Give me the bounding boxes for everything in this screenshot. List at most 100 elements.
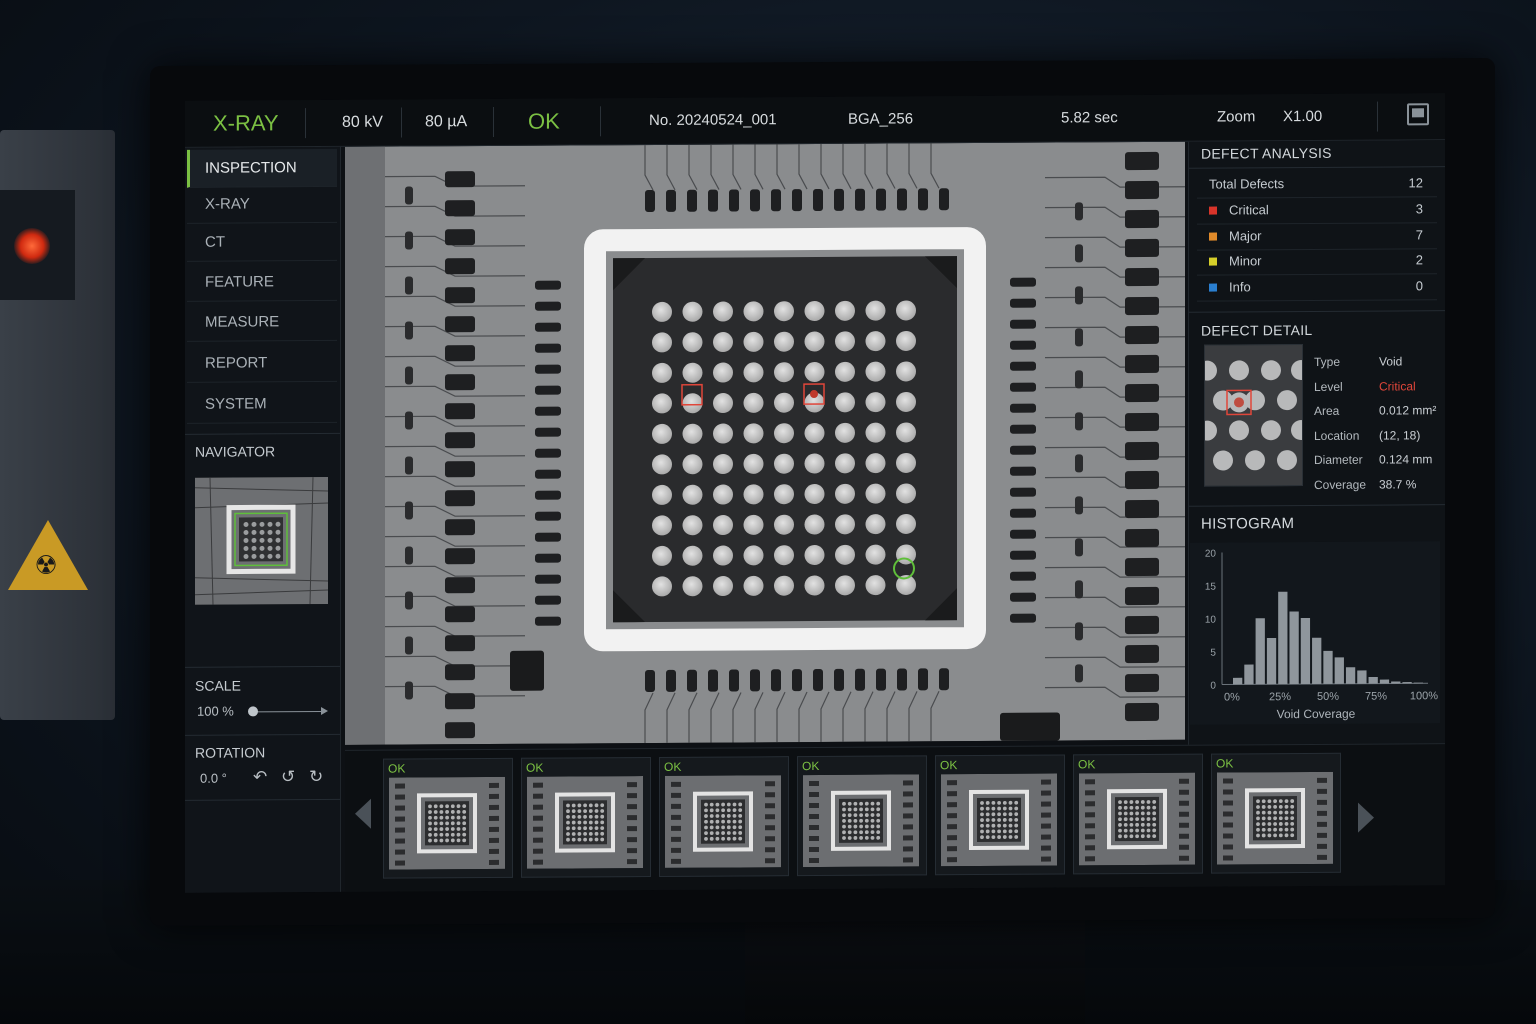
inspection-thumbnail[interactable]: OK <box>1073 753 1203 875</box>
pad <box>445 664 475 681</box>
solder-ball <box>652 362 672 383</box>
solder-ball <box>835 300 855 321</box>
solder-ball <box>774 423 794 444</box>
pad <box>405 456 413 475</box>
next-arrow-icon[interactable] <box>1358 802 1374 833</box>
pad <box>1010 298 1036 308</box>
thumbnail-image <box>1079 772 1195 866</box>
histogram-bar <box>1402 682 1412 684</box>
pad <box>445 635 475 652</box>
histogram-bar <box>1300 617 1311 685</box>
defect-detail-title: DEFECT DETAIL <box>1201 321 1313 339</box>
scale-slider-handle[interactable] <box>248 706 258 717</box>
sidebar: INSPECTION X-RAY CT FEATURE MEASURE REPO… <box>185 146 341 893</box>
divider <box>185 733 340 736</box>
critical-swatch <box>1209 206 1217 215</box>
detail-key: Type <box>1314 354 1341 369</box>
pad <box>1125 238 1159 258</box>
detail-value: 0.012 mm² <box>1379 403 1437 418</box>
inspection-thumbnail[interactable]: OK <box>935 754 1065 876</box>
histogram-xlabel: Void Coverage <box>1277 707 1356 721</box>
solder-ball <box>896 391 916 412</box>
scale-title: SCALE <box>195 677 241 694</box>
defect-row-critical[interactable]: Critical 3 <box>1197 197 1437 225</box>
inspection-thumbnail[interactable]: OK <box>659 756 789 877</box>
solder-ball <box>652 301 672 322</box>
pad <box>729 189 739 212</box>
pad <box>1010 340 1036 350</box>
pad <box>813 188 823 211</box>
solder-ball <box>774 362 794 383</box>
pad <box>405 501 413 520</box>
scale-value: 100 % <box>197 703 234 719</box>
pad <box>1010 508 1036 518</box>
prev-arrow-icon[interactable] <box>355 798 371 829</box>
solder-ball <box>713 393 733 414</box>
sidebar-item-x-ray[interactable]: X-RAY <box>187 184 337 224</box>
thumbnail-image <box>1217 771 1333 865</box>
xray-image-viewport[interactable] <box>345 141 1185 745</box>
pad <box>1125 354 1159 374</box>
solder-ball <box>682 301 703 322</box>
defect-row-major[interactable]: Major 7 <box>1197 223 1437 251</box>
defect-row-label: Info <box>1229 279 1251 295</box>
solder-ball <box>835 514 855 535</box>
sidebar-item-feature[interactable]: FEATURE <box>187 262 337 302</box>
pad <box>405 681 413 700</box>
pad <box>445 722 475 739</box>
pad <box>405 231 413 250</box>
sidebar-item-ct[interactable]: CT <box>187 222 337 262</box>
solder-ball <box>804 575 825 596</box>
inspection-thumbnail[interactable]: OK <box>797 755 927 877</box>
mode-title: X-RAY <box>213 110 279 136</box>
zoom-value[interactable]: X1.00 <box>1283 94 1322 140</box>
defect-row-minor[interactable]: Minor 2 <box>1197 248 1437 276</box>
sidebar-item-inspection[interactable]: INSPECTION <box>187 148 337 188</box>
solder-ball <box>652 515 672 536</box>
rotate-ccw-icon[interactable]: ↺ <box>281 767 295 787</box>
divider <box>1189 310 1445 313</box>
inspection-thumbnail[interactable]: OK <box>1211 752 1341 874</box>
y-tick-label: 10 <box>1205 615 1217 626</box>
inspection-thumbnail[interactable]: OK <box>521 757 651 878</box>
pad <box>535 616 561 626</box>
pad <box>645 669 655 693</box>
defect-row-count: 7 <box>1415 227 1423 243</box>
sidebar-item-report[interactable]: REPORT <box>187 343 337 383</box>
defect-detail-thumbnail[interactable] <box>1204 344 1303 487</box>
pad <box>535 469 561 479</box>
solder-ball <box>743 514 764 535</box>
pad <box>855 668 865 691</box>
x-tick-label: 75% <box>1365 691 1387 703</box>
pad <box>445 287 475 304</box>
pad <box>1075 622 1083 641</box>
pad <box>897 668 907 691</box>
pad <box>1010 529 1036 539</box>
defect-row-info[interactable]: Info 0 <box>1197 274 1437 302</box>
rotate-left-icon[interactable]: ↶ <box>253 767 267 787</box>
serial-number: No. 20240524_001 <box>649 111 777 130</box>
pad <box>771 669 781 692</box>
inspection-thumbnail[interactable]: OK <box>383 757 513 879</box>
rotation-value: 0.0 ° <box>200 770 227 786</box>
pad <box>666 669 676 692</box>
sidebar-item-measure[interactable]: MEASURE <box>187 302 337 342</box>
pad <box>535 364 561 374</box>
solder-ball <box>682 484 703 505</box>
thumbnail-image <box>803 774 919 868</box>
histogram-bar <box>1368 676 1378 684</box>
pad <box>1010 592 1036 602</box>
window-icon[interactable] <box>1407 103 1429 126</box>
solder-ball <box>804 453 825 474</box>
reset-rotation-icon[interactable]: ↻ <box>309 767 323 787</box>
pad <box>405 186 413 205</box>
sidebar-item-system[interactable]: SYSTEM <box>187 384 337 424</box>
y-tick-label: 15 <box>1205 582 1217 593</box>
scale-slider-track[interactable] <box>253 711 323 713</box>
x-tick-label: 0% <box>1224 691 1240 703</box>
navigator-thumbnail[interactable] <box>195 476 328 605</box>
navigator-title: NAVIGATOR <box>195 443 276 460</box>
pad <box>1075 496 1083 515</box>
thumbnail-status: OK <box>1078 757 1096 772</box>
solder-ball <box>743 575 764 596</box>
